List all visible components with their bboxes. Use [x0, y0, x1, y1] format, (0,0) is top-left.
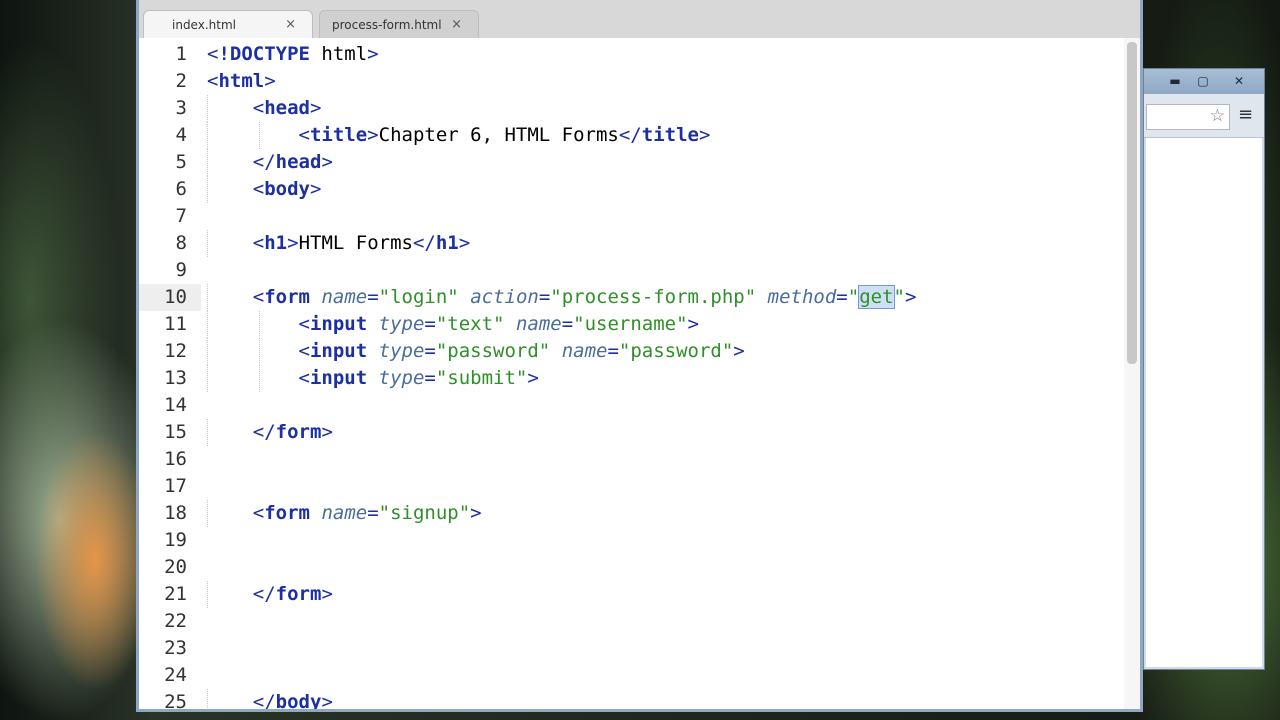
code-line[interactable]: 8 <h1>HTML Forms</h1>: [139, 230, 1124, 257]
code-line[interactable]: 5 </head>: [139, 149, 1124, 176]
tab-process-form-html[interactable]: process-form.html ×: [319, 10, 479, 38]
code-line[interactable]: 23: [139, 635, 1124, 662]
line-number: 6: [175, 178, 187, 200]
code-line[interactable]: 21 </form>: [139, 581, 1124, 608]
code-text[interactable]: <body>: [207, 176, 322, 203]
line-number: 10: [164, 286, 187, 308]
code-area[interactable]: 1 <!DOCTYPE html> 2 <html> 3 <head> 4 <title>…: [139, 38, 1124, 709]
background-browser-window[interactable]: ▬ ▢ ✕ ☆ ≡: [1143, 68, 1265, 670]
code-line[interactable]: 16: [139, 446, 1124, 473]
code-line[interactable]: 2 <html>: [139, 68, 1124, 95]
code-line[interactable]: 1 <!DOCTYPE html>: [139, 41, 1124, 68]
code-editor-window: index.html × process-form.html × 1 <!DOCT…: [136, 0, 1143, 712]
line-number: 9: [175, 259, 187, 281]
code-line[interactable]: 25 </body>: [139, 689, 1124, 709]
code-line[interactable]: 14: [139, 392, 1124, 419]
line-number: 19: [164, 529, 187, 551]
code-text[interactable]: <form name="signup">: [207, 500, 482, 527]
tab-index-html[interactable]: index.html ×: [143, 10, 313, 38]
line-number: 23: [164, 637, 187, 659]
tab-label: index.html: [172, 18, 236, 32]
menu-icon[interactable]: ≡: [1238, 104, 1253, 125]
line-number: 25: [164, 691, 187, 709]
code-line[interactable]: 4 <title>Chapter 6, HTML Forms</title>: [139, 122, 1124, 149]
address-bar[interactable]: ☆: [1146, 104, 1230, 130]
line-number: 17: [164, 475, 187, 497]
browser-content: [1146, 138, 1262, 667]
code-text[interactable]: <form name="login" action="process-form.…: [207, 284, 916, 311]
vertical-scrollbar[interactable]: [1124, 38, 1140, 709]
code-text[interactable]: <!DOCTYPE html>: [207, 41, 379, 68]
close-icon[interactable]: ×: [285, 11, 296, 39]
code-text[interactable]: <input type="password" name="password">: [207, 338, 745, 365]
line-number: 4: [175, 124, 187, 146]
code-line[interactable]: 9: [139, 257, 1124, 284]
tab-label: process-form.html: [332, 18, 442, 32]
line-number: 13: [164, 367, 187, 389]
line-number: 12: [164, 340, 187, 362]
close-icon[interactable]: ✕: [1222, 73, 1256, 89]
line-number: 11: [164, 313, 187, 335]
code-text[interactable]: <input type="text" name="username">: [207, 311, 699, 338]
code-text[interactable]: <input type="submit">: [207, 365, 539, 392]
code-line[interactable]: 17: [139, 473, 1124, 500]
code-line[interactable]: 13 <input type="submit">: [139, 365, 1124, 392]
code-line[interactable]: 6 <body>: [139, 176, 1124, 203]
minimize-icon[interactable]: ▬: [1164, 73, 1186, 89]
line-number: 2: [175, 70, 187, 92]
tab-bar: index.html × process-form.html ×: [139, 0, 1140, 38]
close-icon[interactable]: ×: [451, 11, 462, 39]
line-number: 24: [164, 664, 187, 686]
maximize-icon[interactable]: ▢: [1192, 73, 1214, 89]
code-text[interactable]: </body>: [207, 689, 333, 709]
code-line[interactable]: 19: [139, 527, 1124, 554]
line-number: 14: [164, 394, 187, 416]
line-number: 18: [164, 502, 187, 524]
line-number: 22: [164, 610, 187, 632]
code-line[interactable]: 24: [139, 662, 1124, 689]
code-line[interactable]: 10 <form name="login" action="process-fo…: [139, 284, 1124, 311]
code-text[interactable]: <h1>HTML Forms</h1>: [207, 230, 470, 257]
line-number: 1: [175, 43, 187, 65]
line-number: 7: [175, 205, 187, 227]
line-number: 5: [175, 151, 187, 173]
line-number: 15: [164, 421, 187, 443]
line-number: 3: [175, 97, 187, 119]
line-number: 8: [175, 232, 187, 254]
line-number: 21: [164, 583, 187, 605]
code-text[interactable]: </form>: [207, 419, 333, 446]
code-text[interactable]: <title>Chapter 6, HTML Forms</title>: [207, 122, 711, 149]
code-text[interactable]: </form>: [207, 581, 333, 608]
line-number: 20: [164, 556, 187, 578]
code-line[interactable]: 15 </form>: [139, 419, 1124, 446]
code-text[interactable]: </head>: [207, 149, 333, 176]
code-line[interactable]: 11 <input type="text" name="username">: [139, 311, 1124, 338]
code-line[interactable]: 3 <head>: [139, 95, 1124, 122]
code-line[interactable]: 12 <input type="password" name="password…: [139, 338, 1124, 365]
code-line[interactable]: 18 <form name="signup">: [139, 500, 1124, 527]
code-text[interactable]: <head>: [207, 95, 322, 122]
browser-toolbar: ☆ ≡: [1144, 94, 1264, 138]
star-icon[interactable]: ☆: [1210, 106, 1225, 126]
scrollbar-thumb[interactable]: [1127, 42, 1137, 364]
selected-text: get: [858, 285, 895, 309]
line-number: 16: [164, 448, 187, 470]
code-text[interactable]: <html>: [207, 68, 276, 95]
browser-titlebar: ▬ ▢ ✕: [1144, 69, 1264, 94]
code-line[interactable]: 20: [139, 554, 1124, 581]
code-line[interactable]: 7: [139, 203, 1124, 230]
code-line[interactable]: 22: [139, 608, 1124, 635]
